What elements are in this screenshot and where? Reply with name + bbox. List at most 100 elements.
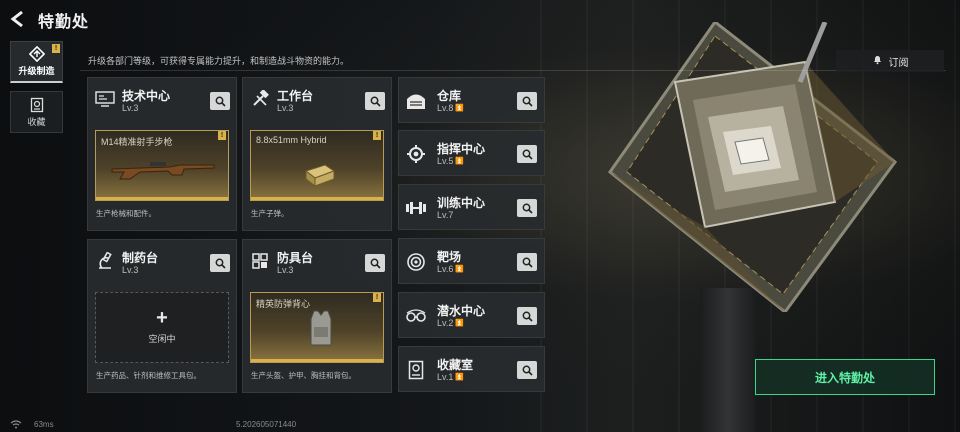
- subscribe-label: 订阅: [888, 57, 909, 69]
- search-icon: [215, 258, 226, 269]
- idle-label: 空闲中: [148, 334, 176, 344]
- upgrade-available-icon: ⏫: [455, 104, 465, 112]
- card-workbench[interactable]: 工作台 Lv.3 8.8x51mm Hybrid ! 生产子弹。: [242, 77, 392, 231]
- search-icon: [522, 149, 533, 160]
- item-alert-badge: !: [373, 131, 381, 140]
- card-footer-text: 生产子弹。: [251, 209, 289, 218]
- search-icon: [522, 96, 533, 107]
- dumbbell-icon: [405, 197, 427, 219]
- card-diving-center[interactable]: 潜水中心 Lv.2 ⏫: [398, 292, 545, 338]
- card-level: Lv.7: [437, 210, 454, 220]
- nav-upgrade-craft[interactable]: ! 升级制造: [10, 41, 63, 83]
- card-header: 制药台 Lv.3: [88, 240, 236, 284]
- tech-center-icon: [94, 88, 116, 110]
- search-button[interactable]: [365, 92, 385, 110]
- card-header: 工作台 Lv.3: [243, 78, 391, 122]
- card-level: Lv.1 ⏫: [437, 372, 465, 382]
- craft-slot[interactable]: 精英防弹背心 !: [250, 292, 384, 363]
- card-command-center[interactable]: 指挥中心 Lv.5 ⏫: [398, 130, 545, 176]
- craft-slot[interactable]: M14精准射手步枪 !: [95, 130, 229, 201]
- enter-special-ops-button[interactable]: 进入特勤处: [755, 359, 935, 395]
- search-icon: [370, 258, 381, 269]
- search-button[interactable]: [517, 361, 537, 379]
- card-header: 技术中心 Lv.3: [88, 78, 236, 122]
- back-arrow-icon[interactable]: [10, 10, 30, 30]
- card-title: 技术中心: [122, 89, 171, 103]
- card-level: Lv.3: [277, 103, 294, 113]
- search-button[interactable]: [517, 145, 537, 163]
- search-button[interactable]: [517, 253, 537, 271]
- card-footer-text: 生产枪械和配件。: [96, 209, 156, 218]
- nav-collection-label: 收藏: [27, 116, 46, 127]
- card-collection-room[interactable]: 收藏室 Lv.1 ⏫: [398, 346, 545, 392]
- card-warehouse[interactable]: 仓库 Lv.8 ⏫: [398, 77, 545, 123]
- search-button[interactable]: [517, 307, 537, 325]
- warehouse-icon: [405, 90, 427, 112]
- search-button[interactable]: [517, 199, 537, 217]
- search-button[interactable]: [517, 92, 537, 110]
- craft-item-name: M14精准射手步枪: [101, 137, 173, 147]
- search-icon: [522, 257, 533, 268]
- wifi-icon: [10, 420, 22, 431]
- card-footer-text: 生产头盔、护甲、胸挂和背包。: [251, 371, 356, 380]
- header: 特勤处: [10, 8, 89, 32]
- card-level: Lv.2 ⏫: [437, 318, 465, 328]
- card-level: Lv.3: [122, 265, 139, 275]
- nav-alert-badge: !: [52, 44, 60, 53]
- idle-craft-slot[interactable]: + 空闲中: [95, 292, 229, 363]
- card-level: Lv.6 ⏫: [437, 264, 465, 274]
- item-alert-badge: !: [218, 131, 226, 140]
- card-title: 仓库: [437, 89, 462, 103]
- card-level: Lv.8 ⏫: [437, 103, 465, 113]
- ping-readout: 63ms: [34, 420, 54, 429]
- card-footer-text: 生产药品、针剂和维修工具包。: [96, 371, 201, 380]
- card-title: 防具台: [277, 251, 314, 265]
- upgrade-available-icon: ⏫: [455, 373, 465, 381]
- hammer-icon: [249, 88, 271, 110]
- craft-slot[interactable]: 8.8x51mm Hybrid !: [250, 130, 384, 201]
- ammo-box-image: [304, 164, 336, 188]
- page-description: 升级各部门等级，可获得专属能力提升，和制造战斗物资的能力。: [88, 56, 350, 66]
- search-icon: [522, 311, 533, 322]
- rifle-image: [111, 162, 215, 180]
- nav-upgrade-label: 升级制造: [18, 66, 55, 76]
- card-header: 防具台 Lv.3: [243, 240, 391, 284]
- item-alert-badge: !: [373, 293, 381, 302]
- upgrade-available-icon: ⏫: [455, 157, 465, 165]
- upgrade-available-icon: ⏫: [455, 265, 465, 273]
- card-level: Lv.3: [277, 265, 294, 275]
- armor-icon: [249, 250, 271, 272]
- vest-image: [310, 310, 332, 346]
- search-icon: [522, 365, 533, 376]
- microscope-icon: [94, 250, 116, 272]
- upgrade-icon: [28, 46, 46, 62]
- card-pharmacy[interactable]: 制药台 Lv.3 + 空闲中 生产药品、针剂和维修工具包。: [87, 239, 237, 393]
- craft-item-name: 精英防弹背心: [256, 299, 311, 309]
- card-level: Lv.5 ⏫: [437, 156, 465, 166]
- plus-icon: +: [156, 307, 168, 329]
- card-title: 工作台: [277, 89, 314, 103]
- card-title: 靶场: [437, 250, 462, 264]
- divider: [80, 70, 946, 71]
- search-button[interactable]: [365, 254, 385, 272]
- card-title: 制药台: [122, 251, 159, 265]
- card-title: 训练中心: [437, 196, 486, 210]
- card-title: 潜水中心: [437, 304, 486, 318]
- search-icon: [370, 96, 381, 107]
- card-level: Lv.3: [122, 103, 139, 113]
- upgrade-available-icon: ⏫: [455, 319, 465, 327]
- subscribe-button[interactable]: 订阅: [836, 50, 944, 72]
- collection-room-icon: [405, 359, 427, 381]
- search-button[interactable]: [210, 92, 230, 110]
- card-training-center[interactable]: 训练中心 Lv.7: [398, 184, 545, 230]
- card-title: 收藏室: [437, 358, 474, 372]
- command-center-icon: [405, 143, 427, 165]
- build-id: 5.202605071440: [236, 420, 297, 429]
- card-shooting-range[interactable]: 靶场 Lv.6 ⏫: [398, 238, 545, 284]
- nav-collection[interactable]: 收藏: [10, 91, 63, 133]
- search-button[interactable]: [210, 254, 230, 272]
- craft-item-name: 8.8x51mm Hybrid: [256, 135, 327, 145]
- card-armor-bench[interactable]: 防具台 Lv.3 精英防弹背心 ! 生产头盔、护甲、胸挂和背包。: [242, 239, 392, 393]
- diving-goggles-icon: [405, 305, 427, 327]
- card-tech-center[interactable]: 技术中心 Lv.3 M14精准射手步枪 ! 生产枪械和配件。: [87, 77, 237, 231]
